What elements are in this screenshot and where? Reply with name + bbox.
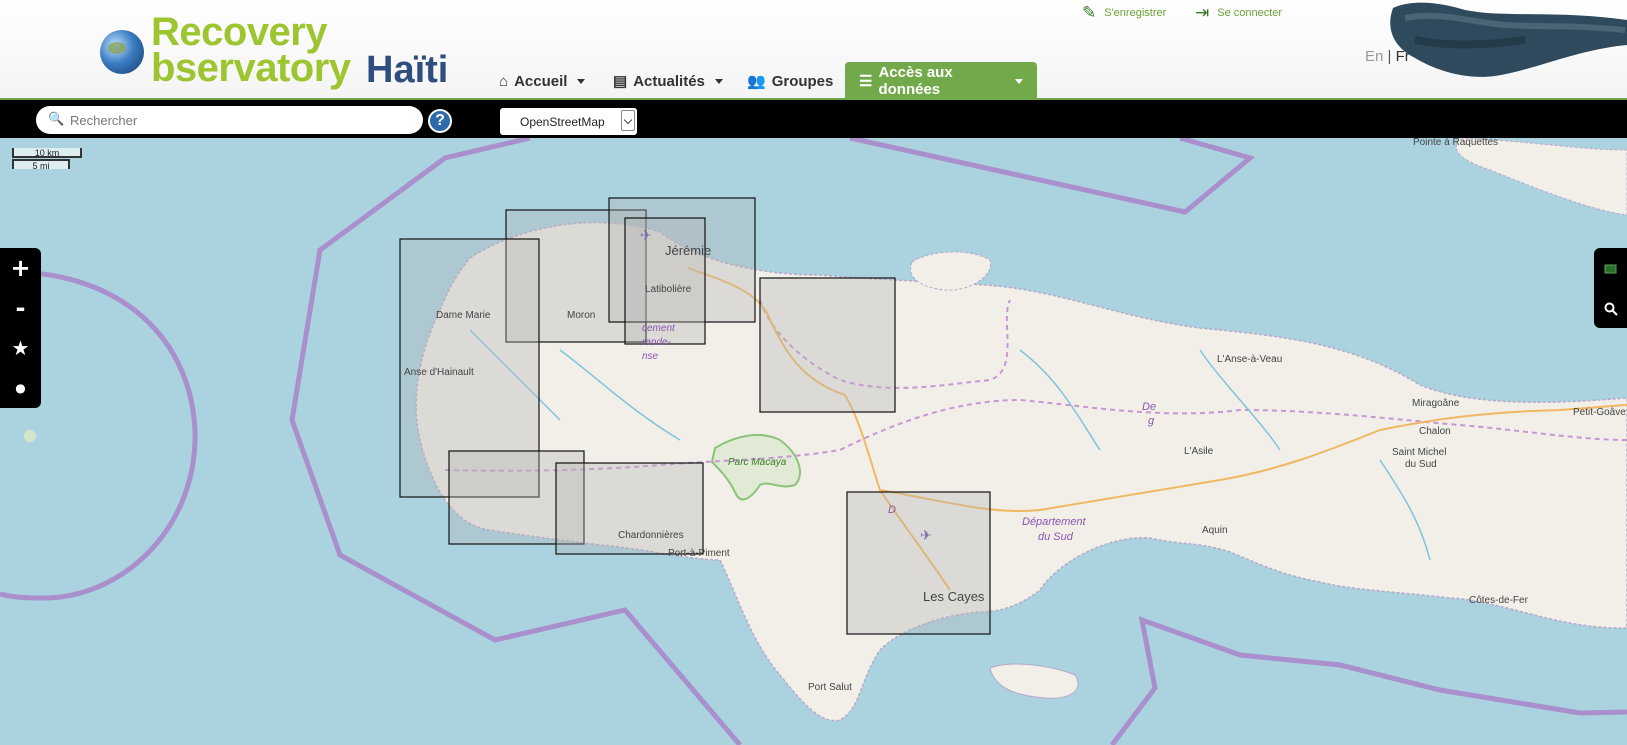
- search-input[interactable]: 🔍 Rechercher: [36, 106, 423, 134]
- lang-fr-link[interactable]: Fr: [1396, 48, 1410, 65]
- label-saint-michel-2: du Sud: [1405, 459, 1437, 470]
- users-icon: 👥: [747, 73, 766, 90]
- basemap-select[interactable]: OpenStreetMap: [500, 108, 637, 135]
- star-icon[interactable]: ★: [0, 328, 41, 368]
- map-view[interactable]: ✈ ✈ Jérémie Latibolière Dame Marie Moron…: [0, 138, 1627, 745]
- register-link[interactable]: ✎ S'enregistrer: [1082, 3, 1166, 23]
- islet: [24, 430, 36, 442]
- layers-icon[interactable]: [1594, 248, 1627, 288]
- label-dame-marie: Dame Marie: [436, 310, 491, 321]
- sign-in-icon: ⇥: [1195, 3, 1210, 22]
- label-dept-sud-2: du Sud: [1038, 531, 1074, 543]
- site-logo[interactable]: Recovery bservatory Haïti: [96, 8, 466, 91]
- label-chardonnieres: Chardonnières: [618, 530, 684, 541]
- newspaper-icon: ▤: [613, 73, 628, 90]
- label-port-a-piment: Port-à-Piment: [668, 548, 730, 559]
- language-switcher: En | Fr: [1365, 48, 1410, 65]
- logo-text-haiti: Haïti: [366, 49, 449, 91]
- globe-logo-icon: [100, 30, 144, 74]
- nav-groupes[interactable]: 👥 Groupes: [733, 62, 847, 100]
- zoom-in-button[interactable]: +: [0, 248, 41, 288]
- basemap-selected-value: OpenStreetMap: [520, 115, 605, 129]
- satellite-image-banner: [1390, 2, 1627, 77]
- scale-mi: 5 mi: [12, 159, 70, 171]
- label-parc-macaya: Parc Macaya: [728, 457, 787, 468]
- nav-acces-donnees[interactable]: ☰ Accès aux données: [845, 62, 1037, 100]
- airport-icon: ✈: [920, 528, 932, 544]
- home-icon: ⌂: [499, 72, 509, 90]
- lang-separator: |: [1387, 48, 1392, 65]
- nav-accueil-label: Accueil: [514, 72, 568, 90]
- label-latiboliere: Latibolière: [645, 284, 692, 295]
- site-header: Recovery bservatory Haïti ✎ S'enregistre…: [0, 0, 1627, 100]
- label-jeremie: Jérémie: [665, 243, 711, 258]
- label-miragoane: Miragoâne: [1412, 398, 1460, 409]
- search-icon[interactable]: [1594, 288, 1627, 328]
- label-cotes-de-fer: Côtes-de-Fer: [1469, 595, 1529, 606]
- nav-acces-donnees-label: Accès aux données: [878, 64, 953, 98]
- chevron-down-icon[interactable]: [621, 110, 635, 131]
- label-chalon: Chalon: [1419, 426, 1451, 437]
- nav-groupes-label: Groupes: [771, 72, 834, 90]
- label-pointe-a-raquettes: Pointe à Raquettes: [1413, 138, 1498, 148]
- point-icon[interactable]: ●: [0, 368, 41, 408]
- help-button[interactable]: ?: [428, 109, 452, 133]
- label-anse-a-veau: L'Anse-à-Veau: [1217, 354, 1282, 365]
- caret-down-icon: [1015, 78, 1023, 84]
- nav-accueil[interactable]: ⌂ Accueil: [485, 62, 599, 100]
- lang-en-link[interactable]: En: [1365, 48, 1383, 65]
- label-anse-hainault: Anse d'Hainault: [404, 367, 474, 378]
- label-moron: Moron: [567, 310, 595, 321]
- login-link[interactable]: ⇥ Se connecter: [1195, 3, 1282, 23]
- nav-actualites[interactable]: ▤ Actualités: [599, 62, 737, 100]
- search-placeholder: Rechercher: [70, 113, 138, 128]
- label-petit-goave: Petit-Goâve: [1573, 407, 1626, 418]
- label-de-partial: De: [1142, 401, 1156, 413]
- airport-icon: ✈: [640, 228, 652, 244]
- caret-down-icon: [714, 78, 723, 84]
- label-asile: L'Asile: [1184, 446, 1214, 457]
- label-d-partial: D: [888, 504, 896, 516]
- zoom-out-button[interactable]: -: [0, 288, 41, 328]
- login-label: Se connecter: [1217, 7, 1283, 19]
- pencil-icon: ✎: [1082, 3, 1097, 22]
- label-dept-1: cement: [642, 323, 676, 334]
- label-g-partial: g: [1148, 415, 1155, 427]
- search-icon: 🔍: [48, 111, 65, 126]
- scale-bar: 10 km 5 mi: [10, 148, 82, 171]
- label-les-cayes: Les Cayes: [923, 589, 985, 604]
- label-dept-3: nse: [642, 351, 659, 362]
- logo-text-observatory: bservatory: [151, 46, 351, 90]
- map-controls-left: + - ★ ●: [0, 248, 41, 408]
- label-saint-michel-1: Saint Michel: [1392, 447, 1446, 458]
- label-dept-2: rande-: [642, 337, 672, 348]
- register-label: S'enregistrer: [1104, 7, 1167, 19]
- label-aquin: Aquin: [1202, 525, 1228, 536]
- label-dept-sud-1: Département: [1022, 516, 1087, 528]
- footprint-box[interactable]: [759, 277, 896, 413]
- scale-km: 10 km: [12, 148, 82, 158]
- footprint-box[interactable]: [846, 491, 991, 635]
- label-port-salut: Port Salut: [808, 682, 852, 693]
- map-controls-right: [1594, 248, 1627, 328]
- database-icon: ☰: [859, 73, 873, 90]
- nav-actualites-label: Actualités: [633, 72, 705, 90]
- caret-down-icon: [577, 78, 586, 84]
